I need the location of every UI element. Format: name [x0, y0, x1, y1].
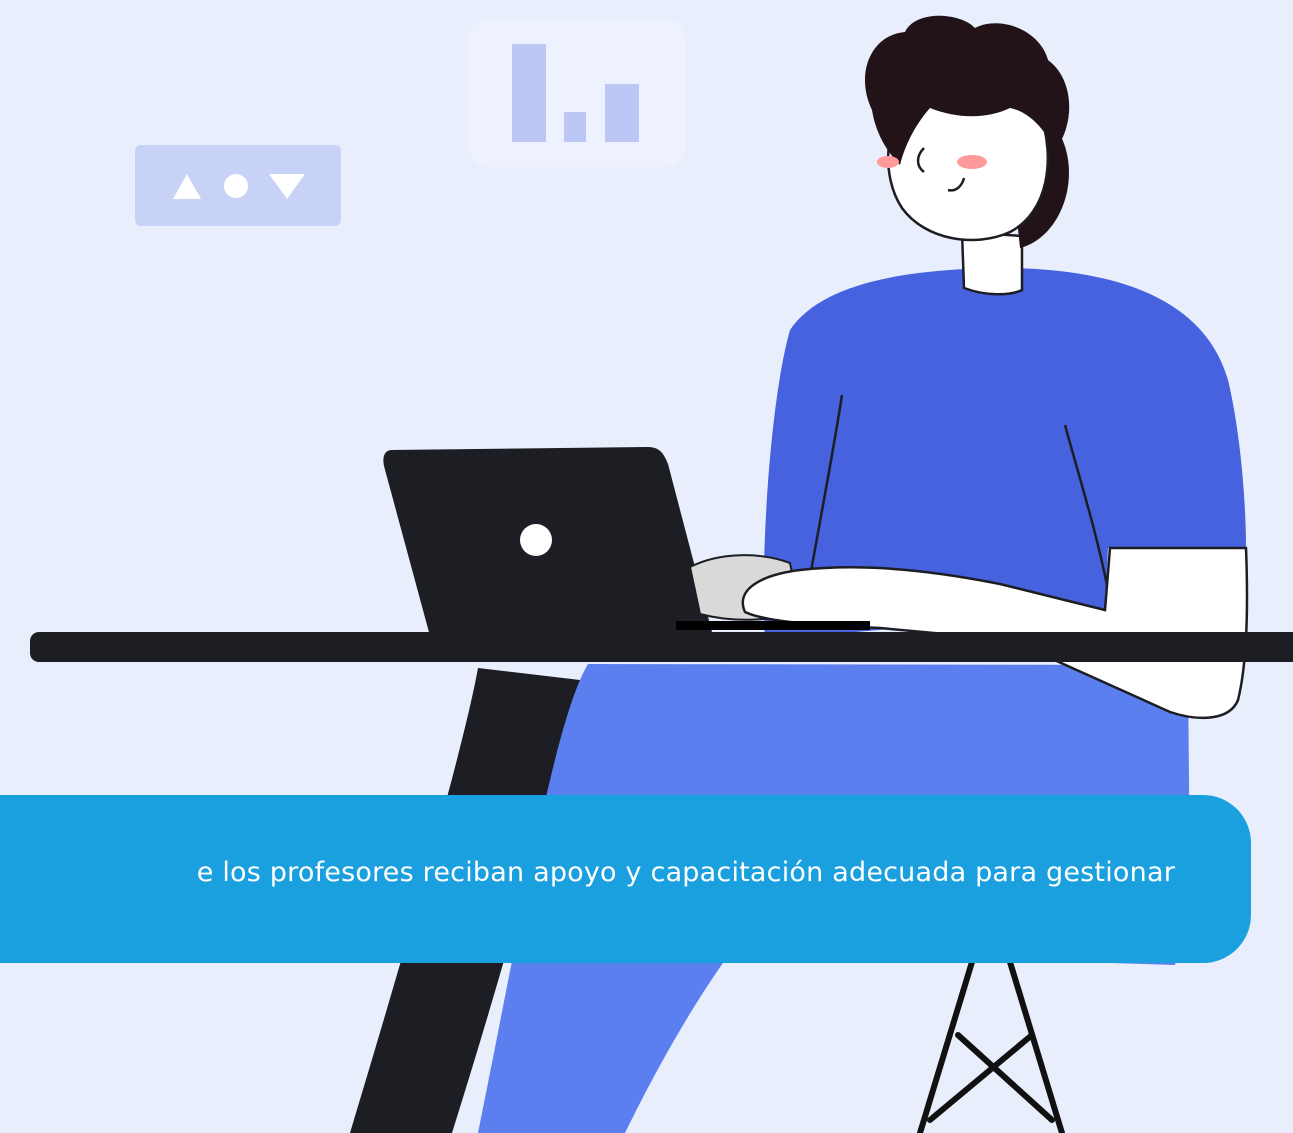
- chart-badge: [468, 19, 686, 167]
- stool-legs: [917, 959, 1065, 1133]
- caption-banner: e los profesores reciban apoyo y capacit…: [0, 795, 1251, 963]
- laptop-keyboard: [676, 621, 870, 630]
- head: [864, 15, 1070, 248]
- blush-right: [957, 155, 987, 169]
- laptop: [383, 447, 712, 636]
- caption-text: e los profesores reciban apoyo y capacit…: [196, 857, 1175, 888]
- desk: [30, 632, 1293, 662]
- blush-left: [877, 156, 899, 168]
- shapes-badge: [135, 145, 341, 226]
- illustration-scene: [30, 15, 1293, 1133]
- laptop-logo: [520, 524, 552, 556]
